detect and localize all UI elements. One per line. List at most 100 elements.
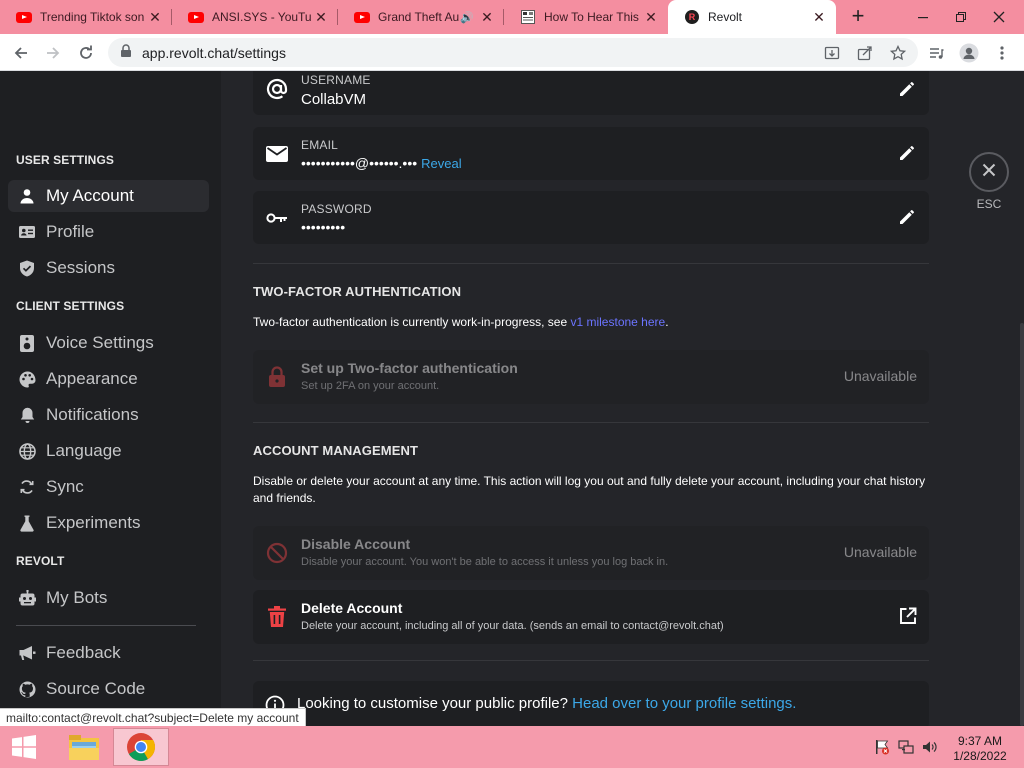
- disable-account-title: Disable Account: [301, 536, 411, 552]
- two-factor-heading: TWO-FACTOR AUTHENTICATION: [253, 284, 462, 299]
- close-tab-icon[interactable]: ✕: [810, 9, 828, 26]
- sidebar-item-language[interactable]: Language: [8, 435, 209, 467]
- username-label: USERNAME: [301, 73, 371, 87]
- sidebar-item-experiments[interactable]: Experiments: [8, 507, 209, 539]
- browser-toolbar: app.revolt.chat/settings: [0, 34, 1024, 71]
- back-arrow-icon[interactable]: [8, 40, 34, 66]
- browser-tab[interactable]: ANSI.SYS - YouTub ✕: [172, 0, 338, 34]
- close-tab-icon[interactable]: ✕: [642, 9, 660, 26]
- close-settings-button[interactable]: [969, 152, 1009, 192]
- sidebar-item-sessions[interactable]: Sessions: [8, 252, 209, 284]
- profile-avatar-icon[interactable]: [956, 40, 982, 66]
- profile-settings-link[interactable]: Head over to your profile settings.: [572, 695, 796, 712]
- sidebar-item-label: Language: [46, 441, 122, 460]
- key-icon: [265, 206, 289, 230]
- shield-icon: [18, 259, 36, 277]
- delete-account-description: Delete your account, including all of yo…: [301, 620, 724, 632]
- audio-playing-icon[interactable]: 🔊: [460, 11, 474, 24]
- address-bar[interactable]: app.revolt.chat/settings: [108, 38, 918, 67]
- youtube-icon: [16, 9, 32, 25]
- install-app-icon[interactable]: [823, 44, 841, 62]
- settings-content: USERNAME CollabVM EMAIL •••••••••••@••••…: [221, 71, 1024, 726]
- trash-icon: [265, 605, 289, 629]
- user-icon: [18, 187, 36, 205]
- sidebar-item-notifications[interactable]: Notifications: [8, 399, 209, 431]
- taskbar-clock[interactable]: 9:37 AM 1/28/2022: [948, 734, 1012, 764]
- youtube-icon: [354, 9, 370, 25]
- reveal-email-link[interactable]: Reveal: [421, 156, 461, 171]
- sidebar-item-profile[interactable]: Profile: [8, 216, 209, 248]
- close-tab-icon[interactable]: ✕: [312, 9, 330, 26]
- network-icon[interactable]: [897, 738, 915, 756]
- menu-dots-icon[interactable]: [989, 40, 1015, 66]
- password-value: •••••••••: [301, 219, 346, 235]
- at-sign-icon: [265, 77, 289, 101]
- browser-tab[interactable]: How To Hear This ✕: [504, 0, 668, 34]
- browser-tab[interactable]: Trending Tiktok son ✕: [0, 0, 172, 34]
- disable-account-card[interactable]: Disable Account Disable your account. Yo…: [253, 526, 929, 580]
- browser-tab-active[interactable]: R Revolt ✕: [668, 0, 836, 34]
- account-management-heading: ACCOUNT MANAGEMENT: [253, 443, 419, 458]
- sidebar-item-appearance[interactable]: Appearance: [8, 363, 209, 395]
- chrome-icon[interactable]: [113, 728, 169, 766]
- restore-icon[interactable]: [944, 0, 978, 34]
- file-explorer-icon[interactable]: [56, 728, 112, 766]
- sidebar-item-my-bots[interactable]: My Bots: [8, 582, 209, 614]
- windows-start-icon[interactable]: [6, 732, 42, 762]
- share-icon[interactable]: [856, 44, 874, 62]
- volume-icon[interactable]: [921, 738, 939, 756]
- sync-icon: [18, 478, 36, 496]
- sidebar-item-my-account[interactable]: My Account: [8, 180, 209, 212]
- sidebar-item-label: My Bots: [46, 588, 108, 607]
- sidebar-item-voice-settings[interactable]: Voice Settings: [8, 327, 209, 359]
- two-factor-description: Two-factor authentication is currently w…: [253, 315, 669, 329]
- setup-2fa-status: Unavailable: [843, 368, 917, 384]
- content-scrollbar[interactable]: [1020, 323, 1024, 726]
- category-user-settings: USER SETTINGS: [16, 153, 114, 167]
- sidebar-item-sync[interactable]: Sync: [8, 471, 209, 503]
- browser-tab-strip: Trending Tiktok son ✕ ANSI.SYS - YouTub …: [0, 0, 1024, 34]
- megaphone-icon: [18, 644, 36, 662]
- revolt-icon: R: [684, 9, 700, 25]
- sidebar-item-source-code[interactable]: Source Code: [8, 673, 209, 705]
- speaker-icon: [18, 334, 36, 352]
- lock-icon: [265, 365, 289, 389]
- disable-account-description: Disable your account. You won't be able …: [301, 556, 669, 568]
- account-management-description: Disable or delete your account at any ti…: [253, 474, 926, 505]
- media-control-icon[interactable]: [923, 40, 949, 66]
- setup-2fa-title: Set up Two-factor authentication: [301, 360, 518, 376]
- minimize-icon[interactable]: [906, 0, 940, 34]
- password-card: PASSWORD •••••••••: [253, 191, 929, 244]
- action-center-flag-icon[interactable]: [873, 738, 891, 756]
- section-divider: [253, 660, 929, 661]
- tab-title: ANSI.SYS - YouTub: [212, 10, 312, 24]
- close-tab-icon[interactable]: ✕: [478, 9, 496, 26]
- windows-taskbar: 9:37 AM 1/28/2022: [0, 726, 1024, 768]
- reload-icon[interactable]: [73, 40, 99, 66]
- bookmark-star-icon[interactable]: [889, 44, 907, 62]
- password-label: PASSWORD: [301, 202, 372, 216]
- lock-icon[interactable]: [120, 44, 132, 63]
- setup-2fa-card[interactable]: Set up Two-factor authentication Set up …: [253, 350, 929, 404]
- section-divider: [253, 263, 929, 264]
- edit-pencil-icon[interactable]: [897, 207, 917, 227]
- close-tab-icon[interactable]: ✕: [146, 9, 164, 26]
- milestone-link[interactable]: v1 milestone here: [570, 315, 665, 329]
- delete-account-card[interactable]: Delete Account Delete your account, incl…: [253, 590, 929, 644]
- browser-tab[interactable]: Grand Theft Au 🔊 ✕: [338, 0, 504, 34]
- edit-pencil-icon[interactable]: [897, 143, 917, 163]
- username-value: CollabVM: [301, 91, 367, 108]
- new-tab-button[interactable]: +: [846, 5, 870, 29]
- category-revolt: REVOLT: [16, 554, 65, 568]
- sidebar-item-feedback[interactable]: Feedback: [8, 637, 209, 669]
- block-icon: [265, 541, 289, 565]
- sidebar-item-label: Notifications: [46, 405, 139, 424]
- flask-icon: [18, 514, 36, 532]
- forward-arrow-icon[interactable]: [40, 40, 66, 66]
- edit-pencil-icon[interactable]: [897, 79, 917, 99]
- settings-sidebar: USER SETTINGS My Account Profile Session…: [0, 71, 221, 726]
- close-window-icon[interactable]: [982, 0, 1016, 34]
- email-card: EMAIL •••••••••••@••••••.••• Reveal: [253, 127, 929, 180]
- link-status-bubble: mailto:contact@revolt.chat?subject=Delet…: [0, 708, 306, 728]
- globe-icon: [18, 442, 36, 460]
